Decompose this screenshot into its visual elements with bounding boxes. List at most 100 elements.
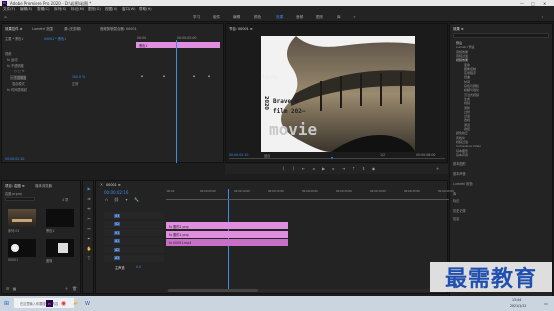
effect-time-remap[interactable]: fx 时间重映射 xyxy=(7,87,27,92)
extract-icon[interactable]: ⇞ xyxy=(361,166,366,171)
more-icon[interactable]: » xyxy=(352,15,357,20)
timeline-ruler[interactable]: :00:00 00:00:05:00 00:00:10:00 00:00:15:00 0… xyxy=(166,189,454,198)
workspace-graphics[interactable]: 图形 xyxy=(316,15,323,20)
add-marker-icon[interactable]: ▾ xyxy=(124,197,129,202)
lift-icon[interactable]: ⇡ xyxy=(351,166,356,171)
effect-clip-bar[interactable]: 黑色1 xyxy=(136,42,220,48)
linked-selection-icon[interactable]: ⛓ xyxy=(114,197,119,202)
mark-in-icon[interactable]: { xyxy=(281,166,286,171)
slip-tool-icon[interactable]: ↔ xyxy=(86,225,92,231)
close-icon[interactable]: ✕ xyxy=(99,182,104,187)
work-area-bar[interactable] xyxy=(166,199,449,200)
menu-clip[interactable]: 剪辑(C) xyxy=(37,7,50,12)
word-taskbar-icon[interactable]: W xyxy=(84,300,91,307)
effect-playhead[interactable] xyxy=(176,40,177,163)
sequence-clip-label[interactable]: 00001 * 黑色1 xyxy=(44,36,66,41)
menu-window[interactable]: 窗口(W) xyxy=(122,7,136,12)
effect-motion[interactable]: fx 运动 xyxy=(7,57,17,62)
go-to-out-icon[interactable]: ⇥ xyxy=(341,166,346,171)
project-thumb[interactable] xyxy=(8,209,36,227)
menu-file[interactable]: 文件(F) xyxy=(3,7,15,12)
effect-opacity[interactable]: fx 不透明度 xyxy=(7,63,24,68)
menu-sequence[interactable]: 序列(S) xyxy=(54,7,66,12)
menu-help[interactable]: 帮助(H) xyxy=(139,7,152,12)
timeline-clip[interactable]: fx 图形1.png xyxy=(166,230,288,238)
menu-graphics[interactable]: 图形(G) xyxy=(88,7,101,12)
track-header[interactable]: V3 xyxy=(104,212,164,219)
ripple-edit-tool-icon[interactable]: ⇹ xyxy=(86,205,92,211)
project-thumb[interactable] xyxy=(46,239,74,257)
right-panel-history[interactable]: 历史记录 xyxy=(453,208,466,213)
right-panel-essential-sound[interactable]: 基本声音 xyxy=(453,171,466,176)
program-scale-select[interactable]: 1/2 xyxy=(380,153,385,157)
tab-audio-mixer[interactable]: 音频剪辑混合器: 00001 xyxy=(100,26,137,31)
step-forward-icon[interactable]: ▸ xyxy=(331,166,336,171)
workspace-editing[interactable]: 编辑 xyxy=(233,15,240,20)
premiere-taskbar-icon[interactable]: Pr xyxy=(46,300,53,307)
program-scrub-bar[interactable] xyxy=(229,158,445,159)
folder-taskbar-icon[interactable]: ▰ xyxy=(72,300,79,307)
chrome-taskbar-icon[interactable]: ◉ xyxy=(60,300,67,307)
menu-marker[interactable]: 标记(M) xyxy=(71,7,84,12)
hand-tool-icon[interactable]: ✋ xyxy=(86,245,92,251)
project-search-input[interactable] xyxy=(5,197,35,201)
type-tool-icon[interactable]: T xyxy=(86,255,92,261)
track-select-tool-icon[interactable]: ⇉ xyxy=(86,195,92,201)
selection-tool-icon[interactable]: ▶ xyxy=(86,185,92,191)
workspace-assembly[interactable]: 组件 xyxy=(213,15,220,20)
timeline-settings-icon[interactable]: 🔧 xyxy=(134,197,139,202)
timeline-clip[interactable]: fx 图形2.png xyxy=(166,222,288,229)
pen-tool-icon[interactable]: ✒ xyxy=(86,235,92,241)
tab-media-browser[interactable]: 媒体浏览器 xyxy=(35,183,52,188)
workspace-learn[interactable]: 学习 xyxy=(193,15,200,20)
right-panel-markers[interactable]: 标记 xyxy=(453,198,459,203)
new-item-icon[interactable]: ＋ xyxy=(64,286,69,291)
menu-edit[interactable]: 编辑(E) xyxy=(20,7,32,12)
effects-tree-item[interactable]: 基本声音 xyxy=(456,153,468,157)
tab-program[interactable]: 节目: 00001 ≡ xyxy=(229,26,253,31)
effects-search-input[interactable] xyxy=(453,33,549,38)
play-icon[interactable]: ▶ xyxy=(321,166,326,171)
opacity-property[interactable]: → 不透明度 xyxy=(10,75,27,80)
windows-start-icon[interactable]: ⊞ xyxy=(3,300,10,307)
timeline-clip[interactable]: fx 00001.mp4 xyxy=(166,239,288,246)
home-icon[interactable]: ⌂ xyxy=(3,15,8,20)
tab-source[interactable]: 源:(无剪辑) xyxy=(64,26,81,31)
right-panel-essential-graphics[interactable]: 基本图形 xyxy=(453,161,466,166)
notification-icon[interactable]: ▭ xyxy=(543,300,549,306)
tab-lumetri-scopes[interactable]: Lumetri 范围 xyxy=(32,26,53,31)
step-back-icon[interactable]: ◂ xyxy=(311,166,316,171)
track-header[interactable]: A3 xyxy=(104,254,164,262)
right-panel-info[interactable]: 信息 xyxy=(453,216,459,221)
timeline-scrollbar[interactable] xyxy=(166,289,449,292)
keyframe-icon[interactable]: ◆ xyxy=(162,74,166,78)
mark-out-icon[interactable]: } xyxy=(291,166,296,171)
right-panel-lumetri[interactable]: Lumetri 颜色 xyxy=(453,181,473,186)
export-frame-icon[interactable]: ◉ xyxy=(371,166,376,171)
track-header[interactable]: V1 xyxy=(104,229,164,236)
master-volume-value[interactable]: 0.0 xyxy=(136,265,141,269)
keyframe-icon[interactable]: ◆ xyxy=(140,74,144,78)
tab-project[interactable]: 项目: 岩图 ≡ xyxy=(5,183,25,188)
workspace-libraries[interactable]: 库 xyxy=(337,15,341,20)
tab-effect-controls[interactable]: 效果控件 ≡ xyxy=(5,26,22,31)
close-button[interactable]: ✕ xyxy=(543,1,546,6)
go-to-in-icon[interactable]: ⇤ xyxy=(301,166,306,171)
keyframe-icon[interactable]: ◆ xyxy=(207,74,211,78)
menu-view[interactable]: 视图(V) xyxy=(105,7,117,12)
snap-icon[interactable]: ∩ xyxy=(104,197,109,202)
track-header[interactable]: 主声道 0.0 xyxy=(104,263,164,270)
workspace-audio[interactable]: 音频 xyxy=(296,15,303,20)
project-thumb[interactable] xyxy=(8,239,36,257)
minimize-button[interactable]: — xyxy=(520,1,524,6)
track-header[interactable]: V2 xyxy=(104,220,164,228)
keyframe-icon[interactable]: ◆ xyxy=(192,74,196,78)
tab-effects[interactable]: 效果 ≡ xyxy=(453,26,464,31)
track-header[interactable]: A1 xyxy=(104,237,164,245)
opacity-value[interactable]: 100.0 % xyxy=(72,75,85,79)
trash-icon[interactable]: 🗑 xyxy=(72,286,77,291)
list-view-icon[interactable]: ☰ xyxy=(5,286,10,291)
search-icon[interactable]: ⌕ xyxy=(540,15,545,20)
tab-timeline[interactable]: 00001 ≡ xyxy=(106,183,121,187)
blend-mode-select[interactable]: 正常 xyxy=(72,81,78,86)
